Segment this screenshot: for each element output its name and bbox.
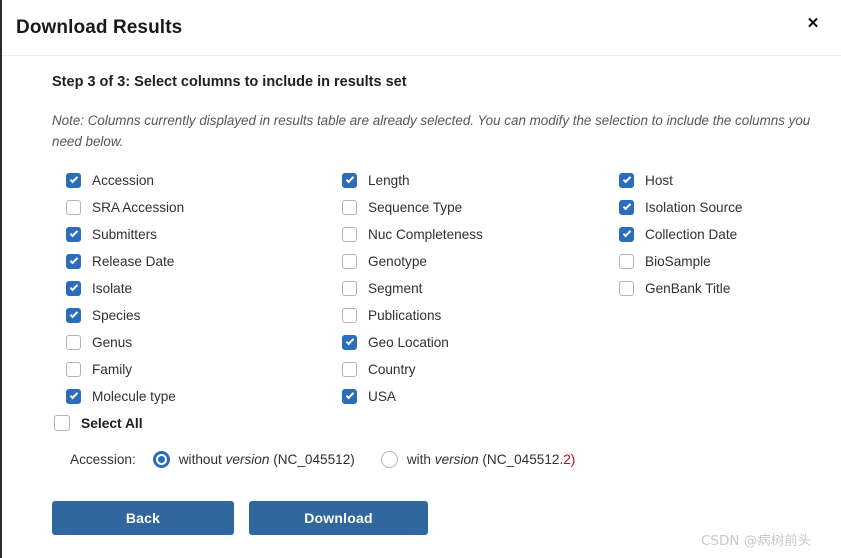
checkbox-box	[66, 362, 81, 377]
checkbox-box	[342, 308, 357, 323]
column-option-publications[interactable]: Publications	[342, 302, 483, 329]
checkbox-box	[342, 227, 357, 242]
checkbox-box	[54, 415, 70, 431]
accession-radio-label: without version (NC_045512)	[178, 451, 355, 467]
column-option-label: Accession	[92, 173, 154, 188]
column-option-label: Species	[92, 308, 141, 323]
checkbox-box	[342, 200, 357, 215]
checkbox-checked-icon	[619, 173, 634, 188]
accession-radio-option-0[interactable]: without version (NC_045512)	[152, 450, 355, 468]
column-option-label: GenBank Title	[645, 281, 731, 296]
column-checkbox-grid: Accession SRA Accession Submitters Release …	[2, 167, 841, 412]
column-option-segment[interactable]: Segment	[342, 275, 483, 302]
column-option-label: Family	[92, 362, 133, 377]
checkbox-box	[66, 200, 81, 215]
column-option-family[interactable]: Family	[66, 356, 184, 383]
column-option-molecule-type[interactable]: Molecule type	[66, 383, 184, 410]
checkbox-checked-icon	[66, 173, 81, 188]
back-button[interactable]: Back	[52, 501, 234, 535]
close-icon[interactable]: ✕	[800, 12, 826, 36]
note-text: Note: Columns currently displayed in res…	[52, 113, 811, 149]
checkbox-checked-icon	[342, 389, 357, 404]
column-option-sequence-type[interactable]: Sequence Type	[342, 194, 483, 221]
accession-radio-list: without version (NC_045512) with version …	[152, 450, 602, 468]
accession-group-label: Accession:	[70, 451, 136, 467]
column-option-nuc-completeness[interactable]: Nuc Completeness	[342, 221, 483, 248]
column-option-genotype[interactable]: Genotype	[342, 248, 483, 275]
column-option-species[interactable]: Species	[66, 302, 184, 329]
column-option-biosample[interactable]: BioSample	[619, 248, 742, 275]
column-option-label: Length	[368, 173, 410, 188]
column-option-label: Genus	[92, 335, 133, 350]
checkbox-column: Host Isolation Source Collection Date BioSa…	[619, 167, 742, 302]
accession-radio-label: with version (NC_045512.2)	[406, 451, 576, 467]
checkbox-box	[342, 254, 357, 269]
radio-icon	[380, 450, 398, 468]
checkbox-checked-icon	[66, 389, 81, 404]
column-option-label: Isolation Source	[645, 200, 743, 215]
select-all-checkbox[interactable]: Select All	[54, 415, 143, 431]
column-option-length[interactable]: Length	[342, 167, 483, 194]
column-option-label: Genotype	[368, 254, 427, 269]
checkbox-checked-icon	[66, 308, 81, 323]
column-option-label: BioSample	[645, 254, 711, 269]
checkbox-box	[342, 281, 357, 296]
column-option-sra-accession[interactable]: SRA Accession	[66, 194, 184, 221]
column-option-accession[interactable]: Accession	[66, 167, 184, 194]
column-option-usa[interactable]: USA	[342, 383, 483, 410]
column-option-label: Molecule type	[92, 389, 176, 404]
download-button[interactable]: Download	[249, 501, 428, 535]
column-option-collection-date[interactable]: Collection Date	[619, 221, 742, 248]
watermark: CSDN @病树前头	[701, 533, 812, 549]
column-option-genbank-title[interactable]: GenBank Title	[619, 275, 742, 302]
checkbox-checked-icon	[342, 335, 357, 350]
checkbox-checked-icon	[66, 281, 81, 296]
accession-radio-option-1[interactable]: with version (NC_045512.2)	[380, 450, 576, 468]
column-option-label: Host	[645, 173, 673, 188]
column-option-label: Country	[368, 362, 416, 377]
column-option-label: Nuc Completeness	[368, 227, 483, 242]
column-option-label: Geo Location	[368, 335, 449, 350]
column-option-label: Sequence Type	[368, 200, 463, 215]
column-option-label: Submitters	[92, 227, 157, 242]
column-option-country[interactable]: Country	[342, 356, 483, 383]
column-option-label: SRA Accession	[92, 200, 185, 215]
column-option-label: Collection Date	[645, 227, 738, 242]
download-results-dialog: Download Results ✕ Step 3 of 3: Select c…	[0, 0, 841, 558]
checkbox-box	[619, 254, 634, 269]
column-option-genus[interactable]: Genus	[66, 329, 184, 356]
accession-version-group: Accession: without version (NC_045512) wi…	[70, 447, 601, 471]
column-option-release-date[interactable]: Release Date	[66, 248, 184, 275]
dialog-header: Download Results ✕	[2, 0, 841, 56]
checkbox-box	[619, 281, 634, 296]
select-all-label: Select All	[81, 415, 143, 431]
step-heading: Step 3 of 3: Select columns to include i…	[52, 74, 407, 90]
checkbox-column: Accession SRA Accession Submitters Release …	[66, 167, 184, 410]
column-option-label: Isolate	[92, 281, 133, 296]
checkbox-column: Length Sequence Type Nuc Completeness Genot…	[342, 167, 483, 410]
page-title: Download Results	[16, 17, 183, 38]
checkbox-box	[66, 335, 81, 350]
checkbox-checked-icon	[342, 173, 357, 188]
column-option-geo-location[interactable]: Geo Location	[342, 329, 483, 356]
column-option-submitters[interactable]: Submitters	[66, 221, 184, 248]
checkbox-box	[342, 362, 357, 377]
column-option-host[interactable]: Host	[619, 167, 742, 194]
column-option-label: Segment	[368, 281, 423, 296]
column-option-label: Publications	[368, 308, 442, 323]
checkbox-checked-icon	[619, 200, 634, 215]
column-option-isolate[interactable]: Isolate	[66, 275, 184, 302]
column-option-label: Release Date	[92, 254, 175, 269]
checkbox-checked-icon	[66, 254, 81, 269]
checkbox-checked-icon	[66, 227, 81, 242]
radio-selected-icon	[152, 450, 170, 468]
checkbox-checked-icon	[619, 227, 634, 242]
column-option-isolation-source[interactable]: Isolation Source	[619, 194, 742, 221]
column-option-label: USA	[368, 389, 396, 404]
